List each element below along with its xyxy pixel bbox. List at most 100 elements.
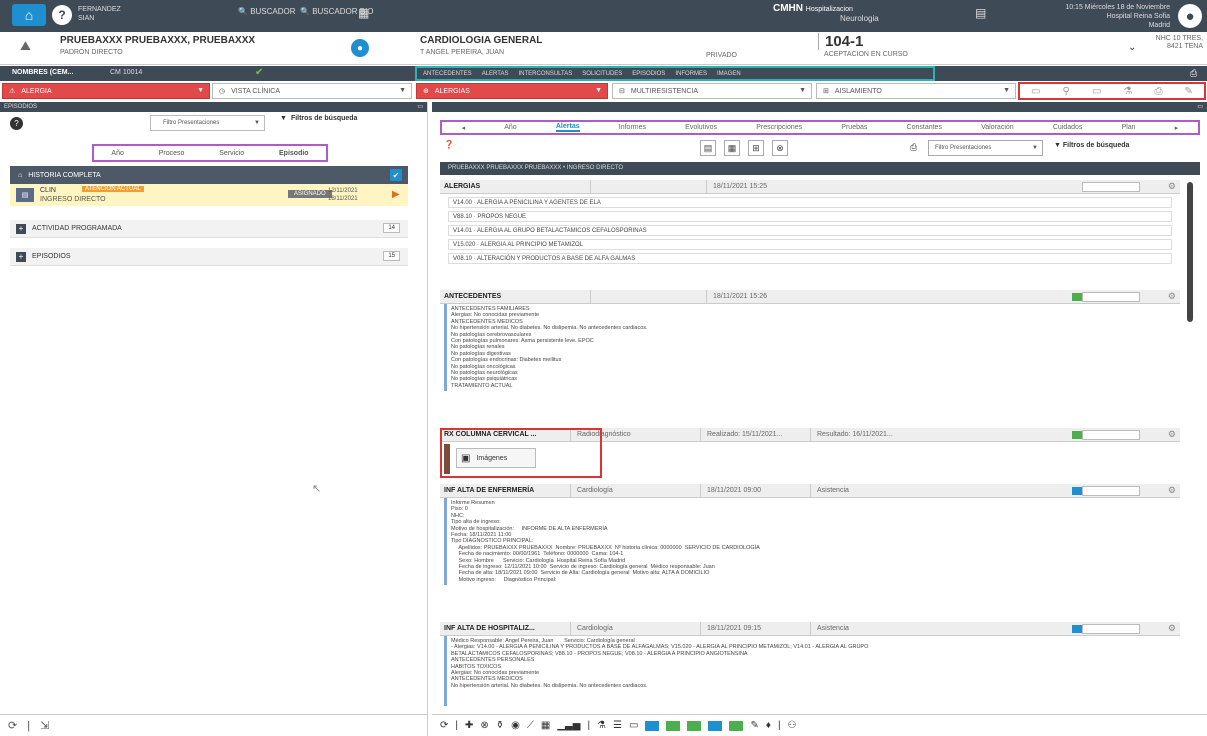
- edit-icon[interactable]: ✎: [1185, 86, 1193, 97]
- cross-icon[interactable]: ✚: [465, 720, 473, 731]
- apps-grid-icon[interactable]: ▦: [358, 6, 369, 20]
- filter-button[interactable]: ▼ Filtros de búsqueda: [1054, 142, 1129, 149]
- strip-tab[interactable]: SOLICITUDES: [582, 71, 622, 77]
- tab-scroll-left-icon[interactable]: ◂: [462, 124, 466, 132]
- mode-process[interactable]: Proceso: [159, 150, 185, 157]
- clinical-view-select[interactable]: ◷ VISTA CLÍNICA ▼: [212, 83, 412, 99]
- card-pill[interactable]: [1082, 486, 1140, 496]
- mode-episode[interactable]: Episodio: [279, 150, 309, 157]
- people-icon[interactable]: ⚇: [788, 720, 797, 731]
- top-bar: ⌂ ? FERNANDEZ SIAN 🔍 BUSCADOR 🔍 BUSCADOR …: [0, 0, 1207, 32]
- table-icon[interactable]: ▦: [541, 720, 550, 731]
- grid-icon[interactable]: ⊞: [748, 140, 764, 156]
- filter-green-button[interactable]: [729, 720, 744, 731]
- scrollbar[interactable]: [1187, 182, 1193, 322]
- lab-icon[interactable]: ⚗: [597, 720, 606, 731]
- strip-tab[interactable]: EPISODIOS: [632, 71, 665, 77]
- mode-year[interactable]: Año: [111, 150, 123, 157]
- tab[interactable]: Pruebas: [841, 124, 867, 131]
- list-icon[interactable]: ☰: [613, 720, 622, 731]
- expand-icon[interactable]: +: [16, 223, 26, 234]
- allergy-select[interactable]: ⊕ ALERGIAS ▼: [416, 83, 608, 99]
- strip-tab[interactable]: INTERCONSULTAS: [518, 71, 572, 77]
- strip-tab[interactable]: ALERTAS: [482, 71, 509, 77]
- strip-tab[interactable]: ANTECEDENTES: [423, 71, 472, 77]
- gear-icon[interactable]: ⚙: [1168, 485, 1176, 496]
- user-info-icon[interactable]: ?: [52, 5, 72, 25]
- print-icon[interactable]: ⎙: [1154, 86, 1162, 97]
- filter-green-button[interactable]: [666, 720, 681, 731]
- pill-icon[interactable]: ⚲: [1063, 86, 1070, 97]
- lab-icon[interactable]: ⚗: [1123, 86, 1132, 97]
- search-link[interactable]: 🔍 BUSCADOR: [238, 7, 296, 16]
- gear-icon[interactable]: ⚙: [1168, 181, 1176, 192]
- document-icon[interactable]: ▭: [1092, 86, 1101, 97]
- tab[interactable]: Evolutivos: [685, 124, 717, 131]
- binoculars-icon[interactable]: ⊗: [480, 720, 488, 731]
- card-pill[interactable]: [1082, 624, 1140, 634]
- patient-info-icon[interactable]: ●: [351, 39, 369, 57]
- status-indicator: [1072, 487, 1082, 495]
- monitor-icon[interactable]: ▭: [1031, 86, 1040, 97]
- monitor-icon[interactable]: ▭: [629, 720, 638, 731]
- isolation-select[interactable]: ⊞ AISLAMIENTO ▼: [816, 83, 1016, 99]
- tab[interactable]: Plan: [1122, 124, 1136, 131]
- tab[interactable]: Constantes: [907, 124, 942, 131]
- tab[interactable]: Año: [504, 124, 516, 131]
- chart-icon[interactable]: ⟋: [527, 720, 534, 731]
- filter-select[interactable]: Filtro Presentaciones ▼: [928, 140, 1043, 156]
- signal-icon[interactable]: ▁▃▅: [557, 720, 580, 731]
- document-icon[interactable]: ▤: [700, 140, 716, 156]
- binoculars-icon[interactable]: ⊗: [772, 140, 788, 156]
- tab[interactable]: Valoración: [981, 124, 1014, 131]
- gear-icon[interactable]: ⚙: [1168, 429, 1176, 440]
- eye-icon[interactable]: ◉: [511, 720, 520, 731]
- card-pill[interactable]: [1082, 182, 1140, 192]
- printer-icon[interactable]: ⎙: [1190, 68, 1197, 79]
- expand-all-icon[interactable]: ⇲: [40, 719, 49, 732]
- gear-icon[interactable]: ⚙: [1168, 623, 1176, 634]
- check-icon[interactable]: ✔: [390, 169, 402, 181]
- home-button[interactable]: ⌂: [12, 4, 46, 26]
- multiresistance-select[interactable]: ⊟ MULTIRESISTENCIA ▼: [612, 83, 812, 99]
- gear-icon[interactable]: ⚙: [1168, 291, 1176, 302]
- chevron-down-icon[interactable]: ⌄: [1128, 42, 1136, 53]
- calendar-icon[interactable]: ▤: [975, 6, 986, 20]
- tab[interactable]: Cuidados: [1053, 124, 1083, 131]
- refresh-icon[interactable]: ⟳: [440, 720, 448, 731]
- images-button[interactable]: ▣ Imágenes: [456, 448, 536, 468]
- card-pill[interactable]: [1082, 292, 1140, 302]
- card-pill[interactable]: [1082, 430, 1140, 440]
- caret-icon: ▼: [197, 87, 204, 94]
- strip-tab[interactable]: INFORMES: [675, 71, 707, 77]
- full-history-section[interactable]: ⌂ HISTORIA COMPLETA ✔: [10, 166, 408, 184]
- group-episodes[interactable]: + EPISODIOS 15: [10, 248, 408, 266]
- tab[interactable]: Informes: [619, 124, 646, 131]
- filter-select[interactable]: Filtro Presentaciones ▼: [150, 115, 265, 131]
- tab-active[interactable]: Alertas: [555, 123, 580, 132]
- refresh-icon[interactable]: ⟳: [8, 719, 17, 732]
- calendar-icon[interactable]: ▦: [724, 140, 740, 156]
- group-scheduled[interactable]: + ACTIVIDAD PROGRAMADA 14: [10, 220, 408, 238]
- alert-select[interactable]: ⚠ ALERGIA ▼: [2, 83, 210, 99]
- tab[interactable]: Prescripciones: [756, 124, 802, 131]
- bottle-icon[interactable]: ⚱: [496, 720, 504, 731]
- drop-icon[interactable]: ♦: [766, 720, 771, 731]
- mode-service[interactable]: Servicio: [219, 150, 244, 157]
- help-icon[interactable]: ?: [10, 117, 23, 130]
- tab-scroll-right-icon[interactable]: ▸: [1175, 124, 1179, 132]
- play-icon[interactable]: ▶: [392, 189, 400, 200]
- filter-green-button[interactable]: [687, 720, 702, 731]
- filter-button[interactable]: ▼ Filtros de búsqueda: [280, 115, 357, 122]
- avatar[interactable]: ●: [1178, 4, 1202, 28]
- minimize-icon[interactable]: ▭: [1197, 102, 1203, 112]
- filter-blue-button[interactable]: [708, 720, 723, 731]
- printer-icon[interactable]: ⎙: [910, 142, 917, 153]
- current-episode[interactable]: ▤ CLIN ATENCIÓN ACTUAL INGRESO DIRECTO A…: [10, 184, 408, 206]
- expand-icon[interactable]: +: [16, 251, 26, 262]
- strip-tab[interactable]: IMAGEN: [717, 71, 741, 77]
- filter-blue-button[interactable]: [645, 720, 660, 731]
- pen-icon[interactable]: ✎: [750, 720, 758, 731]
- minimize-icon[interactable]: ▭: [417, 102, 423, 112]
- help-icon[interactable]: ❓: [444, 140, 454, 149]
